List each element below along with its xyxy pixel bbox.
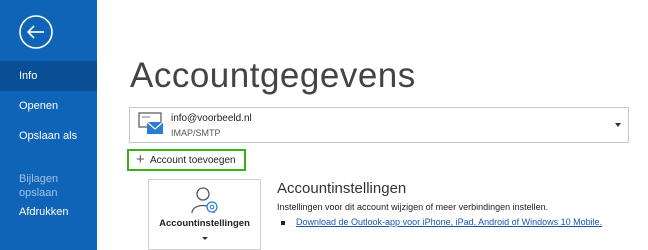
- sidebar-item-bijlagen-opslaan: Bijlagen opslaan: [0, 158, 97, 200]
- sidebar-item-label: Bijlagen opslaan: [19, 173, 59, 199]
- sidebar-item-afdrukken[interactable]: Afdrukken: [0, 205, 97, 219]
- sidebar-item-opslaan-als[interactable]: Opslaan als: [0, 129, 97, 143]
- user-settings-icon: [191, 187, 218, 214]
- section-description: Instellingen voor dit account wijzigen o…: [277, 202, 549, 212]
- back-button[interactable]: [18, 14, 54, 50]
- account-email: info@voorbeeld.nl: [171, 113, 252, 124]
- add-account-button[interactable]: + Account toevoegen: [127, 149, 246, 171]
- sidebar-item-openen[interactable]: Openen: [0, 99, 97, 113]
- account-selector[interactable]: info@voorbeeld.nl IMAP/SMTP: [129, 107, 629, 143]
- sidebar-item-label: Info: [19, 70, 38, 82]
- page-title: Accountgegevens: [130, 56, 416, 95]
- sidebar-item-info[interactable]: Info: [0, 61, 97, 91]
- account-settings-label: Accountinstellingen: [159, 218, 250, 229]
- sidebar-item-label: Opslaan als: [19, 130, 78, 142]
- section-title: Accountinstellingen: [277, 180, 407, 197]
- mail-account-icon: [138, 112, 164, 134]
- backstage-sidebar: Info Openen Opslaan als Bijlagen opslaan…: [0, 0, 97, 250]
- add-account-label: Account toevoegen: [150, 155, 236, 166]
- back-arrow-icon: [19, 15, 53, 49]
- sidebar-item-label: Afdrukken: [19, 206, 69, 218]
- chevron-down-icon[interactable]: [615, 123, 621, 127]
- account-type: IMAP/SMTP: [171, 128, 221, 138]
- sidebar-item-label: Openen: [19, 100, 59, 112]
- bullet-icon: [281, 221, 285, 225]
- download-outlook-app-link[interactable]: Download de Outlook-app voor iPhone, iPa…: [296, 217, 602, 227]
- chevron-down-icon: [202, 237, 208, 240]
- plus-icon: +: [136, 151, 145, 168]
- account-settings-button[interactable]: Accountinstellingen: [148, 179, 261, 250]
